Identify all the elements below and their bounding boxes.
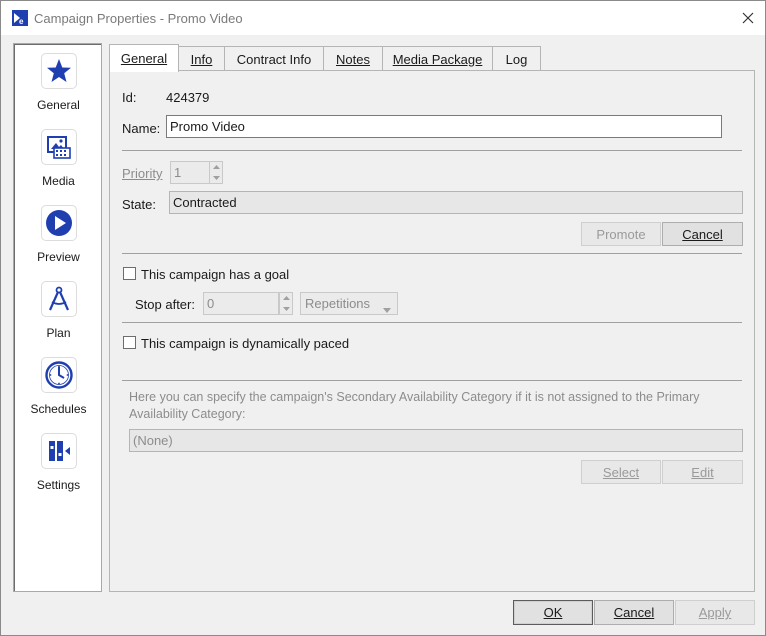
campaign-properties-window: e Campaign Properties - Promo Video Gene… (0, 0, 766, 636)
state-label: State: (122, 197, 156, 212)
secondary-category-field: (None) (129, 429, 743, 452)
nav-item-general[interactable]: General (14, 53, 103, 123)
edit-button[interactable]: Edit (662, 460, 743, 484)
stop-after-input[interactable]: 0 (203, 292, 279, 315)
close-icon (742, 12, 754, 24)
stop-after-spinner[interactable] (279, 292, 293, 315)
secondary-category-help-text: Here you can specify the campaign's Seco… (129, 390, 700, 421)
nav-item-schedules[interactable]: Schedules (14, 357, 103, 427)
repetitions-dropdown[interactable]: Repetitions (300, 292, 398, 315)
nav-item-plan[interactable]: Plan (14, 281, 103, 351)
nav-label-plan: Plan (46, 326, 71, 340)
tab-log-label: Log (505, 51, 528, 67)
nav-label-general: General (37, 98, 80, 112)
separator (122, 380, 742, 381)
svg-text:e: e (19, 17, 24, 26)
state-field: Contracted (169, 191, 743, 214)
spin-down-icon (210, 173, 222, 183)
name-input[interactable]: Promo Video (166, 115, 722, 138)
goal-checkbox-label[interactable]: This campaign has a goal (141, 267, 289, 282)
promote-button[interactable]: Promote (581, 222, 661, 246)
general-tab-panel: Id: 424379 Name: Promo Video Priority 1 … (109, 70, 755, 592)
separator (122, 253, 742, 254)
settings-icon (41, 433, 77, 469)
stop-after-label: Stop after: (135, 297, 195, 312)
priority-spinner[interactable] (209, 161, 223, 184)
compass-icon (41, 281, 77, 317)
nav-item-media[interactable]: Media (14, 129, 103, 199)
nav-label-preview: Preview (37, 250, 80, 264)
id-label: Id: (122, 90, 137, 105)
dynamic-pacing-checkbox[interactable] (123, 336, 136, 349)
play-icon (41, 205, 77, 241)
spin-up-icon (280, 293, 292, 303)
tab-log[interactable]: Log (492, 46, 541, 71)
tab-contract-info-label: Contract Info (236, 51, 312, 67)
window-title: Campaign Properties - Promo Video (34, 11, 243, 26)
dynamic-pacing-label[interactable]: This campaign is dynamically paced (141, 336, 349, 351)
tab-media-package-label: Media Package (392, 51, 483, 67)
tab-notes-label: Notes (336, 51, 370, 67)
name-label: Name: (122, 121, 161, 136)
title-bar: e Campaign Properties - Promo Video (1, 1, 765, 35)
nav-item-settings[interactable]: Settings (14, 433, 103, 503)
nav-label-schedules: Schedules (30, 402, 87, 416)
spin-down-icon (280, 304, 292, 314)
spin-up-icon (210, 162, 222, 172)
tab-media-package[interactable]: Media Package (382, 46, 493, 71)
goal-checkbox[interactable] (123, 267, 136, 280)
separator (122, 150, 742, 151)
nav-item-preview[interactable]: Preview (14, 205, 103, 275)
clock-icon (41, 357, 77, 393)
priority-label: Priority (122, 166, 163, 181)
cancel-button[interactable]: Cancel (594, 600, 674, 625)
star-icon (41, 53, 77, 89)
separator (122, 322, 742, 323)
chevron-down-icon (383, 301, 391, 316)
cancel-state-button[interactable]: Cancel (662, 222, 743, 246)
tab-contract-info[interactable]: Contract Info (224, 46, 324, 71)
nav-label-settings: Settings (36, 478, 81, 492)
ok-button[interactable]: OK (513, 600, 593, 625)
tab-info[interactable]: Info (178, 46, 225, 71)
repetitions-value: Repetitions (305, 296, 371, 311)
tab-general[interactable]: General (109, 44, 179, 72)
close-button[interactable] (737, 7, 759, 29)
apply-button[interactable]: Apply (675, 600, 755, 625)
priority-input[interactable]: 1 (170, 161, 210, 184)
tab-info-label: Info (190, 51, 213, 67)
select-button[interactable]: Select (581, 460, 661, 484)
app-icon: e (12, 10, 28, 26)
tab-notes[interactable]: Notes (323, 46, 383, 71)
tab-general-label: General (120, 51, 168, 66)
sidebar-nav: General Media Preview Plan Schedules Set… (13, 43, 102, 592)
nav-label-media: Media (42, 174, 75, 188)
id-value: 424379 (166, 90, 210, 105)
media-icon (41, 129, 77, 165)
